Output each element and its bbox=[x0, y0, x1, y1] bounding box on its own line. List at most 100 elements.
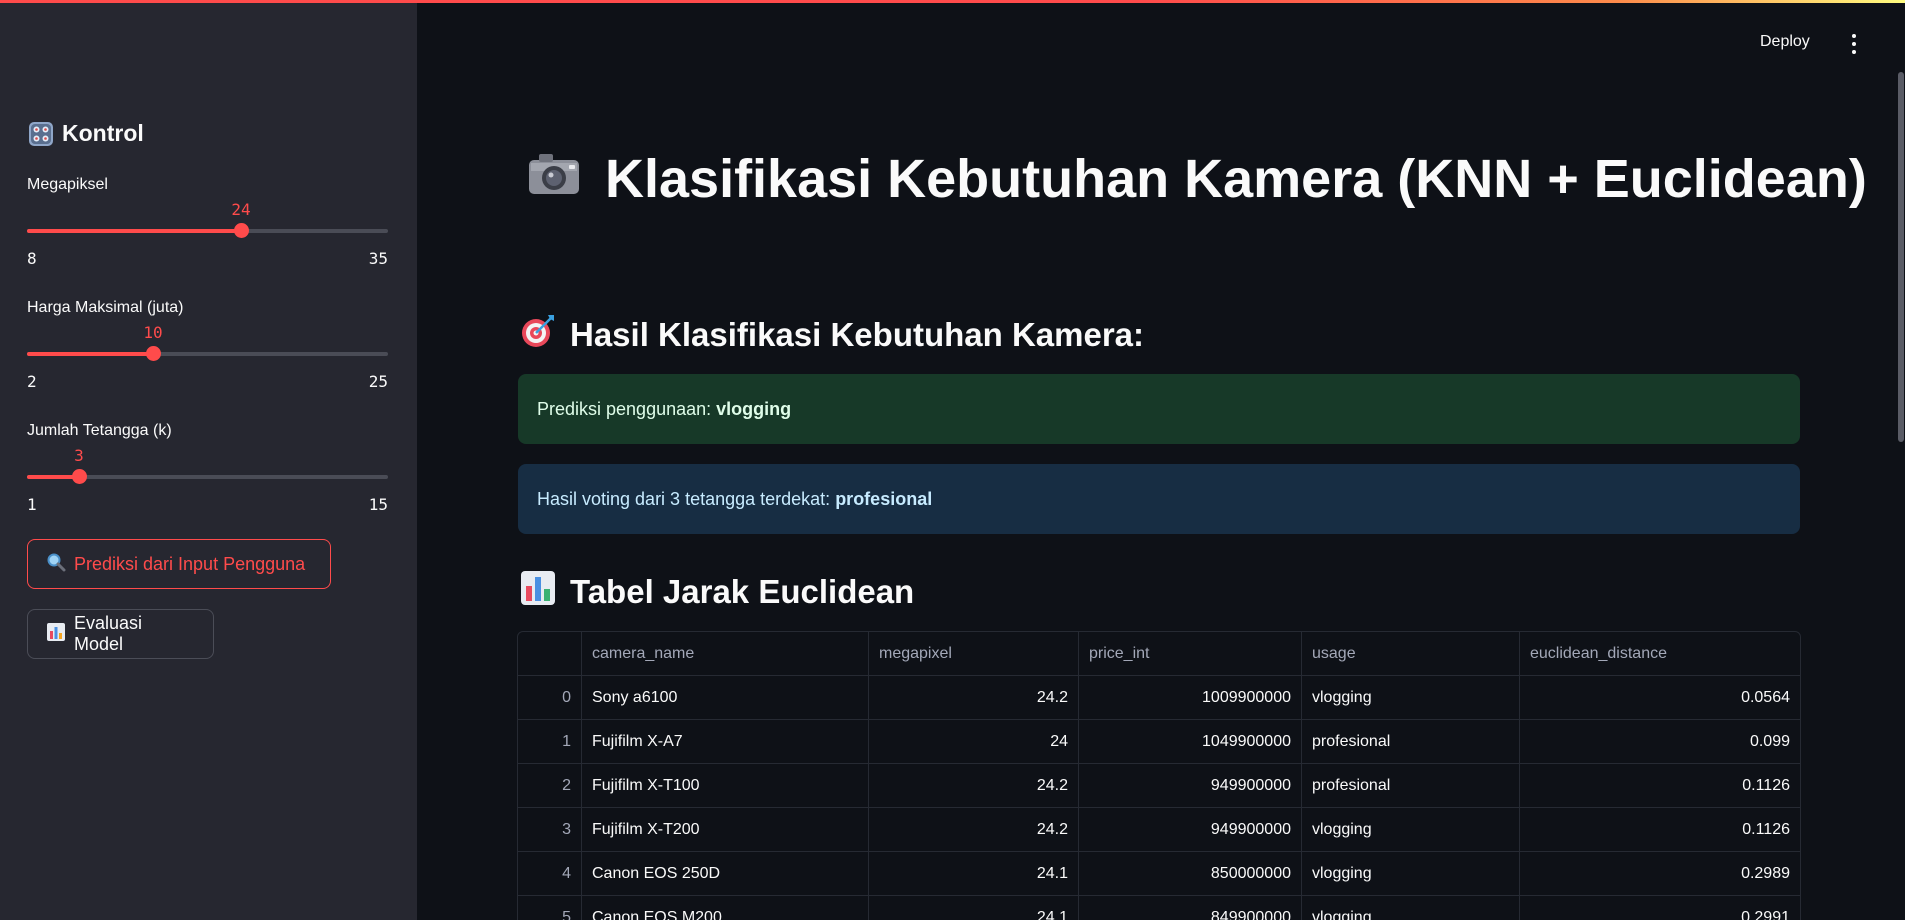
cell-index: 0 bbox=[518, 676, 582, 719]
scrollbar[interactable] bbox=[1898, 72, 1904, 442]
cell-camera-name[interactable]: Fujifilm X-T200 bbox=[582, 808, 869, 851]
evaluate-model-button[interactable]: Evaluasi Model bbox=[27, 609, 214, 659]
deploy-button[interactable]: Deploy bbox=[1760, 33, 1810, 51]
table-heading: Tabel Jarak Euclidean bbox=[520, 570, 914, 614]
slider-label: Harga Maksimal (juta) bbox=[27, 299, 184, 316]
prediction-success-alert: Prediksi penggunaan: vlogging bbox=[518, 374, 1800, 444]
cell-index: 1 bbox=[518, 720, 582, 763]
column-header-usage[interactable]: usage bbox=[1302, 632, 1520, 675]
slider-thumb[interactable] bbox=[72, 469, 87, 484]
bar-chart-icon bbox=[520, 570, 556, 614]
camera-icon bbox=[525, 148, 583, 210]
result-heading-text: Hasil Klasifikasi Kebutuhan Kamera: bbox=[570, 316, 1145, 353]
cell-megapixel[interactable]: 24.2 bbox=[869, 808, 1079, 851]
slider-thumb[interactable] bbox=[234, 223, 249, 238]
cell-price[interactable]: 1049900000 bbox=[1079, 720, 1302, 763]
slider-value: 3 bbox=[74, 446, 84, 465]
slider-max: 35 bbox=[368, 249, 388, 268]
sidebar-title: Kontrol bbox=[28, 120, 144, 147]
cell-megapixel[interactable]: 24 bbox=[869, 720, 1079, 763]
slider-min: 8 bbox=[27, 249, 37, 268]
slider-track[interactable] bbox=[27, 223, 388, 238]
table-row: 3 Fujifilm X-T200 24.2 949900000 vloggin… bbox=[518, 808, 1800, 852]
control-knobs-icon bbox=[28, 121, 54, 147]
neighbors-k-slider[interactable]: Jumlah Tetangga (k) 3 1 15 bbox=[27, 422, 388, 517]
cell-euclidean-distance[interactable]: 0.099 bbox=[1520, 720, 1800, 763]
sidebar: Kontrol Megapiksel 24 8 35 Harga Maksima… bbox=[0, 0, 417, 920]
cell-usage[interactable]: profesional bbox=[1302, 764, 1520, 807]
evaluate-button-label: Evaluasi Model bbox=[74, 613, 143, 654]
kebab-menu-icon[interactable] bbox=[1851, 34, 1857, 54]
slider-max: 25 bbox=[368, 372, 388, 391]
column-header-megapixel[interactable]: megapixel bbox=[869, 632, 1079, 675]
column-header-price[interactable]: price_int bbox=[1079, 632, 1302, 675]
slider-label: Jumlah Tetangga (k) bbox=[27, 422, 172, 439]
cell-index: 2 bbox=[518, 764, 582, 807]
predict-button[interactable]: Prediksi dari Input Pengguna bbox=[27, 539, 331, 589]
megapixel-slider[interactable]: Megapiksel 24 8 35 bbox=[27, 176, 388, 271]
predict-button-label: Prediksi dari Input Pengguna bbox=[74, 553, 306, 574]
cell-usage[interactable]: vlogging bbox=[1302, 896, 1520, 920]
prediction-value: vlogging bbox=[716, 398, 792, 419]
cell-megapixel[interactable]: 24.1 bbox=[869, 896, 1079, 920]
slider-value: 24 bbox=[231, 200, 251, 219]
cell-usage[interactable]: profesional bbox=[1302, 720, 1520, 763]
table-row: 2 Fujifilm X-T100 24.2 949900000 profesi… bbox=[518, 764, 1800, 808]
cell-camera-name[interactable]: Canon EOS 250D bbox=[582, 852, 869, 895]
table-heading-text: Tabel Jarak Euclidean bbox=[570, 573, 915, 610]
magnifier-icon bbox=[46, 552, 66, 577]
cell-price[interactable]: 1009900000 bbox=[1079, 676, 1302, 719]
cell-euclidean-distance[interactable]: 0.0564 bbox=[1520, 676, 1800, 719]
cell-camera-name[interactable]: Fujifilm X-A7 bbox=[582, 720, 869, 763]
table-row: 4 Canon EOS 250D 24.1 850000000 vlogging… bbox=[518, 852, 1800, 896]
cell-price[interactable]: 849900000 bbox=[1079, 896, 1302, 920]
cell-index: 3 bbox=[518, 808, 582, 851]
table-row: 5 Canon EOS M200 24.1 849900000 vlogging… bbox=[518, 896, 1800, 920]
slider-track[interactable] bbox=[27, 346, 388, 361]
column-header-camera-name[interactable]: camera_name bbox=[582, 632, 869, 675]
cell-price[interactable]: 949900000 bbox=[1079, 808, 1302, 851]
euclidean-distance-table[interactable]: camera_name megapixel price_int usage eu… bbox=[517, 631, 1801, 920]
voting-value: profesional bbox=[835, 488, 933, 509]
max-price-slider[interactable]: Harga Maksimal (juta) 10 2 25 bbox=[27, 299, 388, 394]
cell-euclidean-distance[interactable]: 0.1126 bbox=[1520, 808, 1800, 851]
cell-price[interactable]: 850000000 bbox=[1079, 852, 1302, 895]
slider-track[interactable] bbox=[27, 469, 388, 484]
voting-info-alert: Hasil voting dari 3 tetangga terdekat: p… bbox=[518, 464, 1800, 534]
table-row: 0 Sony a6100 24.2 1009900000 vlogging 0.… bbox=[518, 676, 1800, 720]
slider-thumb[interactable] bbox=[146, 346, 161, 361]
cell-megapixel[interactable]: 24.2 bbox=[869, 764, 1079, 807]
slider-max: 15 bbox=[368, 495, 388, 514]
column-header-index bbox=[518, 632, 582, 675]
top-decoration-bar bbox=[0, 0, 1905, 3]
cell-usage[interactable]: vlogging bbox=[1302, 676, 1520, 719]
column-header-euclidean-distance[interactable]: euclidean_distance bbox=[1520, 632, 1800, 675]
slider-min: 2 bbox=[27, 372, 37, 391]
page-title: Klasifikasi Kebutuhan Kamera (KNN + Eucl… bbox=[525, 148, 1867, 210]
cell-price[interactable]: 949900000 bbox=[1079, 764, 1302, 807]
slider-fill bbox=[27, 229, 241, 233]
slider-min: 1 bbox=[27, 495, 37, 514]
cell-megapixel[interactable]: 24.2 bbox=[869, 676, 1079, 719]
cell-usage[interactable]: vlogging bbox=[1302, 808, 1520, 851]
cell-camera-name[interactable]: Fujifilm X-T100 bbox=[582, 764, 869, 807]
prediction-prefix: Prediksi penggunaan: bbox=[537, 398, 717, 419]
slider-label: Megapiksel bbox=[27, 176, 108, 193]
cell-euclidean-distance[interactable]: 0.2991 bbox=[1520, 896, 1800, 920]
cell-index: 4 bbox=[518, 852, 582, 895]
cell-megapixel[interactable]: 24.1 bbox=[869, 852, 1079, 895]
result-heading: Hasil Klasifikasi Kebutuhan Kamera: bbox=[520, 313, 1144, 357]
cell-euclidean-distance[interactable]: 0.2989 bbox=[1520, 852, 1800, 895]
cell-usage[interactable]: vlogging bbox=[1302, 852, 1520, 895]
slider-fill bbox=[27, 352, 153, 356]
slider-value: 10 bbox=[143, 323, 163, 342]
cell-camera-name[interactable]: Sony a6100 bbox=[582, 676, 869, 719]
cell-camera-name[interactable]: Canon EOS M200 bbox=[582, 896, 869, 920]
cell-index: 5 bbox=[518, 896, 582, 920]
sidebar-title-text: Kontrol bbox=[62, 120, 144, 146]
table-header-row: camera_name megapixel price_int usage eu… bbox=[518, 632, 1800, 676]
cell-euclidean-distance[interactable]: 0.1126 bbox=[1520, 764, 1800, 807]
page-title-text: Klasifikasi Kebutuhan Kamera (KNN + Eucl… bbox=[605, 149, 1867, 209]
table-row: 1 Fujifilm X-A7 24 1049900000 profesiona… bbox=[518, 720, 1800, 764]
target-icon bbox=[520, 313, 556, 357]
